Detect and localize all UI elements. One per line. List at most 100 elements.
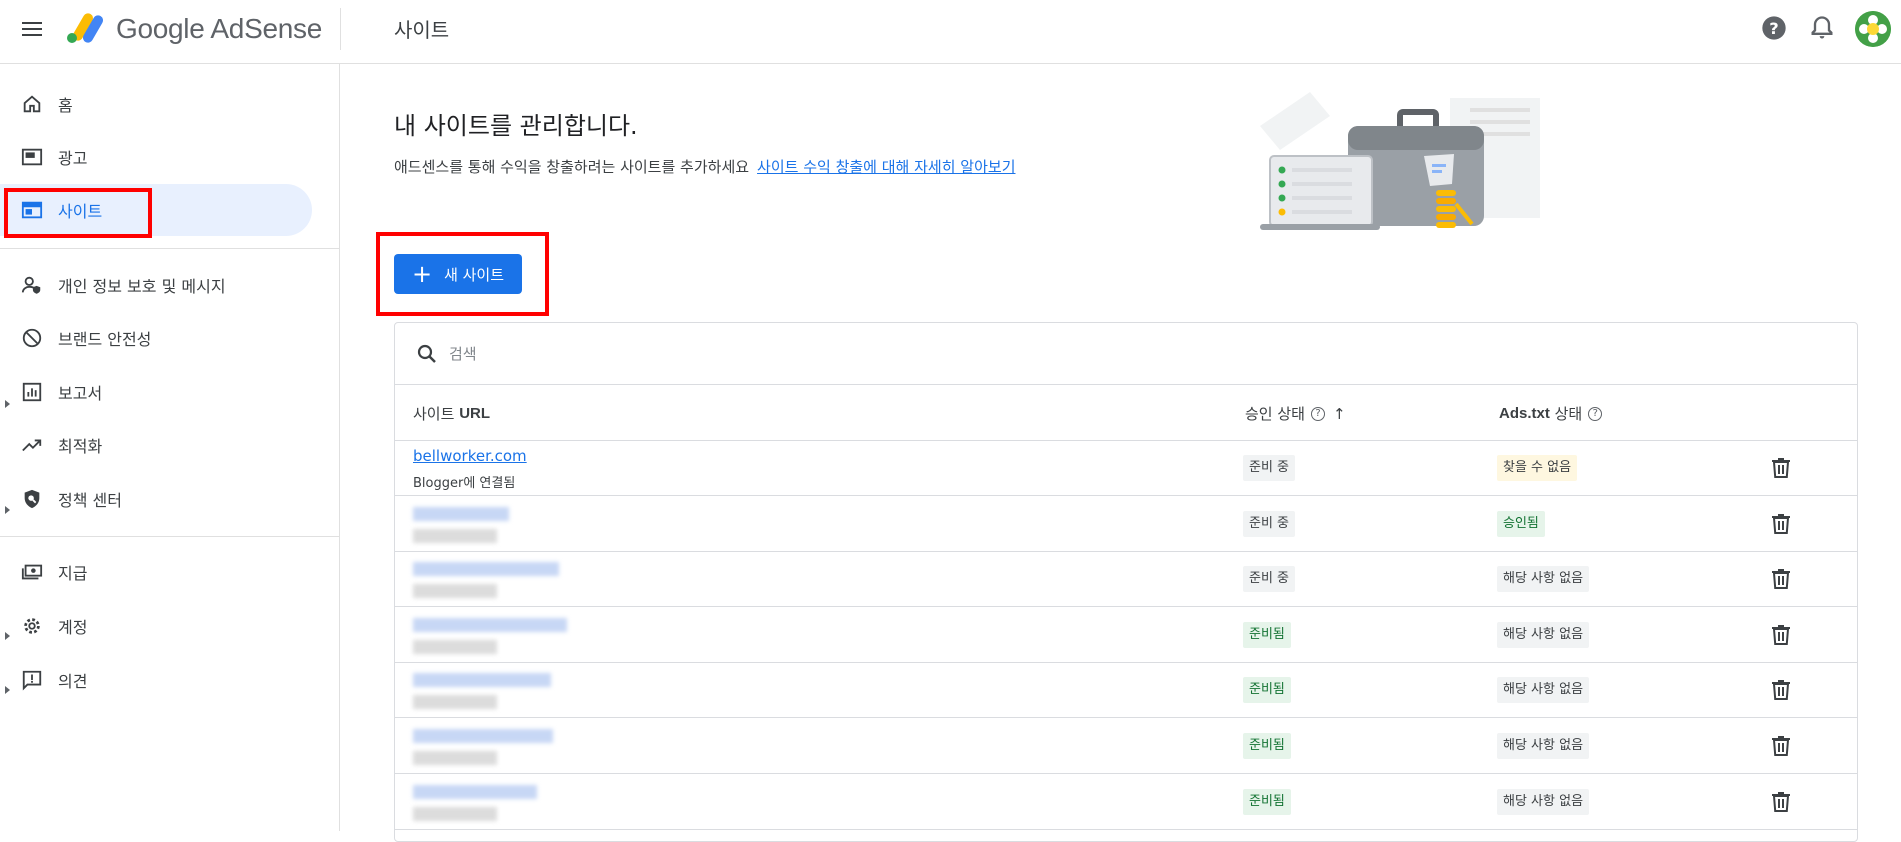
sites-illustration [1260,92,1540,230]
new-site-label: 새 사이트 [444,265,505,284]
sidebar-item-optimization[interactable]: 최적화 [0,419,312,471]
redacted-site-url[interactable] [413,673,551,688]
approval-status-chip: 준비 중 [1243,510,1296,537]
divider [340,8,341,50]
sidebar-item-label: 사이트 [58,202,103,221]
column-header-ads-txt[interactable]: Ads.txt 상태 ? [1499,403,1603,424]
delete-trash-icon[interactable] [1769,567,1793,591]
sidebar-item-label: 홈 [58,96,73,115]
avatar[interactable] [1855,11,1891,47]
sidebar-item-privacy[interactable]: 개인 정보 보호 및 메시지 [0,259,312,311]
table-row: bellworker.com Blogger에 연결됨 준비 중 찾을 수 없음 [395,441,1857,496]
column-header-text: 상태 [1554,405,1583,423]
menu-icon[interactable] [20,18,44,42]
divider [0,536,340,537]
sidebar-item-feedback[interactable]: 의견 [0,654,312,706]
ads-txt-status-chip: 승인됨 [1497,510,1545,537]
sidebar-item-label: 개인 정보 보호 및 메시지 [58,277,226,296]
sidebar-item-brand-safety[interactable]: 브랜드 안전성 [0,312,312,364]
redacted-site-url[interactable] [413,617,567,632]
plus-icon: + [411,260,433,288]
sidebar-item-label: 의견 [58,672,88,691]
sidebar-item-policy-center[interactable]: 정책 센터 [0,473,312,525]
sidebar-item-ads[interactable]: 광고 [0,131,312,183]
column-header-text: URL [459,405,491,422]
app-name: Google AdSense [116,13,322,44]
delete-trash-icon[interactable] [1769,678,1793,702]
sidebar-item-label: 지급 [58,564,88,583]
redacted-site-url[interactable] [413,784,537,799]
sidebar-item-label: 광고 [58,149,88,168]
redacted-site-subtext [413,806,497,821]
delete-trash-icon[interactable] [1769,734,1793,758]
approval-status-chip: 준비됨 [1243,621,1291,648]
sidebar-item-label: 정책 센터 [58,491,122,510]
learn-more-link[interactable]: 사이트 수익 창출에 대해 자세히 알아보기 [757,158,1015,176]
sites-table-card: 사이트 URL 승인 상태 ? ↑ Ads.txt 상태 ? bellworke… [394,322,1858,842]
sidebar: 홈 광고 사이트 개인 정보 보호 및 메시지 브랜드 안전성 보고서 최적화 … [0,64,340,831]
sidebar-item-label: 브랜드 안전성 [58,330,152,349]
column-header-text: 승인 상태 [1245,405,1305,423]
delete-trash-icon[interactable] [1769,790,1793,814]
search-bar [395,323,1857,385]
privacy-icon [20,273,44,297]
redacted-site-url[interactable] [413,506,509,521]
sidebar-item-label: 최적화 [58,437,103,456]
ads-txt-status-chip: 해당 사항 없음 [1497,677,1590,704]
approval-status-chip: 준비됨 [1243,733,1291,759]
column-header-text: 사이트 [413,405,455,423]
policy-shield-icon [20,487,44,511]
redacted-site-subtext [413,695,497,710]
search-input[interactable] [449,337,1049,371]
hero-subtitle-text: 애드센스를 통해 수익을 창출하려는 사이트를 추가하세요 [394,158,750,176]
column-header-status[interactable]: 승인 상태 ? ↑ [1245,403,1346,424]
ads-icon [20,145,44,169]
table-row: 준비 중 승인됨 [395,497,1857,552]
help-circle-icon[interactable]: ? [1310,406,1325,421]
table-row: 준비 중 해당 사항 없음 [395,552,1857,608]
sites-icon [20,198,44,222]
site-url-link[interactable]: bellworker.com [413,447,527,465]
page-title: 사이트 [394,18,450,42]
approval-status-chip: 준비 중 [1243,455,1296,481]
column-header-url[interactable]: 사이트 URL [413,403,490,424]
top-app-bar: Google AdSense 사이트 ? [0,0,1901,64]
help-circle-icon[interactable]: ? [1588,406,1603,421]
redacted-site-url[interactable] [413,562,559,577]
gear-icon [20,614,44,638]
notifications-icon[interactable] [1808,14,1836,42]
ads-txt-status-chip: 해당 사항 없음 [1497,733,1590,759]
sidebar-item-label: 계정 [58,618,88,637]
redacted-site-subtext [413,639,497,654]
sidebar-item-reports[interactable]: 보고서 [0,366,312,418]
ads-txt-status-chip: 해당 사항 없음 [1497,566,1590,593]
trending-up-icon [20,433,44,457]
sort-arrow-up-icon[interactable]: ↑ [1333,405,1346,423]
approval-status-chip: 준비됨 [1243,677,1291,704]
delete-trash-icon[interactable] [1769,623,1793,647]
hero-title: 내 사이트를 관리합니다. [394,112,638,140]
divider [0,248,340,249]
ads-txt-status-chip: 해당 사항 없음 [1497,788,1590,815]
sidebar-item-sites[interactable]: 사이트 [0,184,312,236]
sidebar-item-payments[interactable]: 지급 [0,546,312,598]
table-row: 준비됨 해당 사항 없음 [395,775,1857,830]
svg-text:?: ? [1769,19,1778,38]
feedback-icon [20,668,44,692]
redacted-site-subtext [413,528,497,543]
search-icon [417,344,436,363]
redacted-site-subtext [413,751,497,765]
redacted-site-subtext [413,584,497,599]
delete-trash-icon[interactable] [1769,456,1793,480]
approval-status-chip: 준비됨 [1243,788,1291,815]
sidebar-item-home[interactable]: 홈 [0,78,312,130]
sidebar-item-account[interactable]: 계정 [0,600,312,652]
new-site-button[interactable]: + 새 사이트 [394,254,522,294]
table-row: 준비됨 해당 사항 없음 [395,663,1857,719]
help-icon[interactable]: ? [1760,14,1788,42]
ads-txt-status-chip: 해당 사항 없음 [1497,621,1590,648]
payments-icon [20,560,44,584]
reports-icon [20,380,44,404]
redacted-site-url[interactable] [413,729,553,743]
delete-trash-icon[interactable] [1769,512,1793,536]
